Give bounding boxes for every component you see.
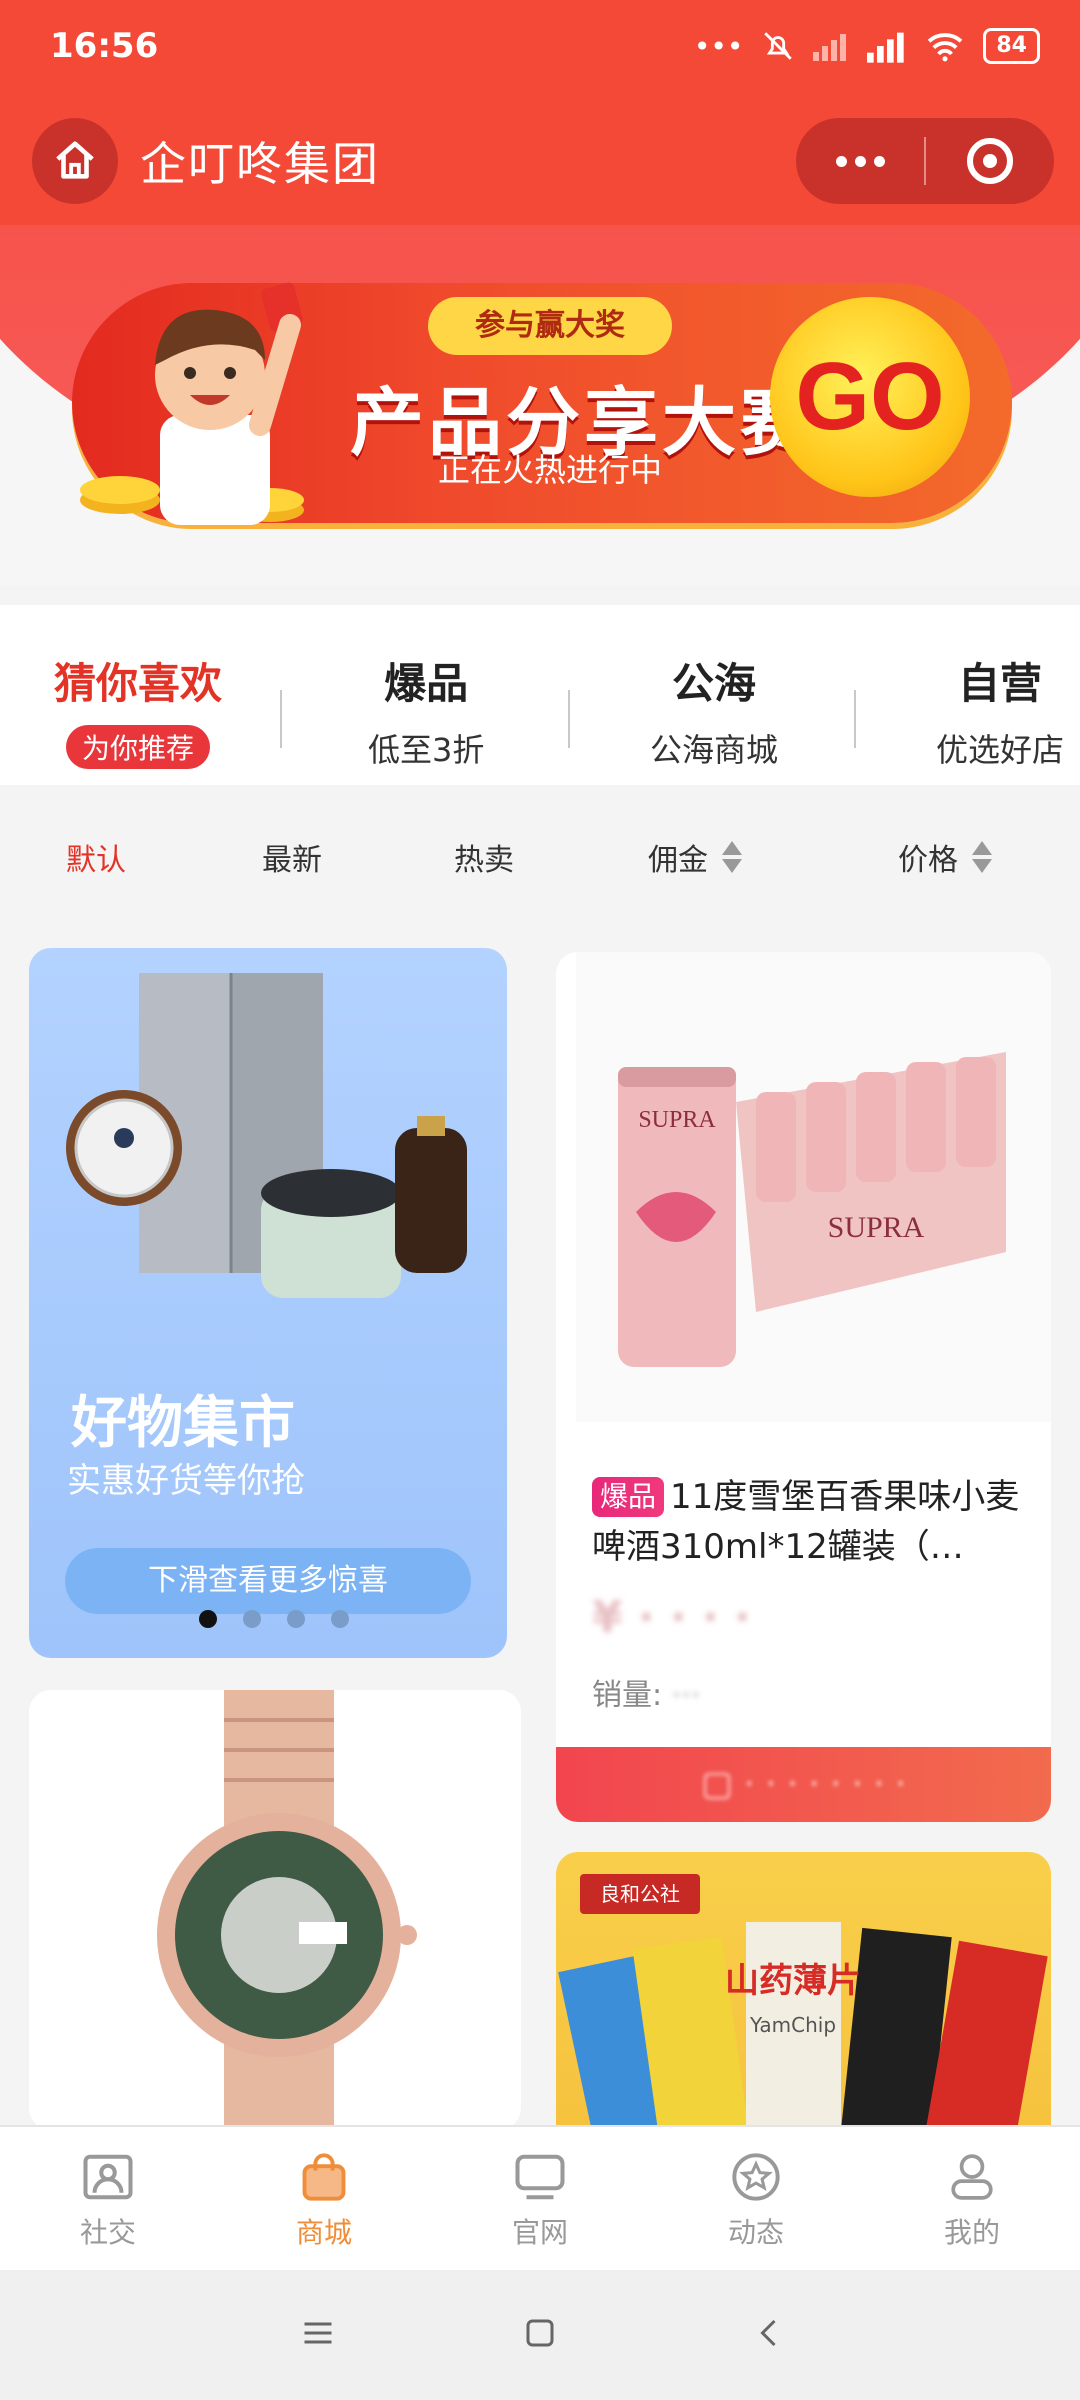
- hot-tag-badge: 爆品: [592, 1477, 665, 1517]
- category-tabs: 猜你喜欢 为你推荐 爆品 低至3折 公海 公海商城 自营 优选好店: [0, 605, 1080, 785]
- banner-subtitle: 正在火热进行中: [438, 451, 663, 489]
- watch-image: [157, 1690, 417, 2130]
- carousel-dot[interactable]: [199, 1610, 217, 1628]
- tab-label: 我的: [943, 2216, 1000, 2249]
- miniprogram-capsule: [796, 118, 1054, 204]
- banner-pill: 参与赢大奖: [428, 297, 672, 355]
- person-card-icon: [83, 2154, 133, 2200]
- tab-feed[interactable]: 动态: [686, 2149, 826, 2251]
- category-subtitle: 低至3折: [368, 731, 485, 769]
- target-icon: [967, 138, 1013, 184]
- more-dots-icon: •••: [693, 29, 744, 63]
- category-guess-you-like[interactable]: 猜你喜欢 为你推荐: [54, 650, 222, 769]
- go-button[interactable]: GO: [770, 297, 970, 497]
- home-icon: [56, 141, 94, 179]
- category-title: 自营: [958, 659, 1043, 708]
- tab-social[interactable]: 社交: [38, 2149, 178, 2251]
- product-price-blurred: ¥ · · · ·: [592, 1592, 751, 1643]
- tab-profile[interactable]: 我的: [902, 2149, 1042, 2251]
- wifi-icon: [928, 33, 963, 62]
- category-hot-items[interactable]: 爆品 低至3折: [368, 650, 484, 771]
- battery-indicator: 84: [983, 28, 1040, 64]
- user-icon: [951, 2154, 993, 2200]
- sort-bar: 默认 最新 热卖 佣金 价格: [0, 787, 1080, 925]
- sort-newest[interactable]: 最新: [262, 835, 322, 879]
- category-divider: [854, 690, 856, 748]
- appliances-illustration: [66, 973, 467, 1298]
- product-label-en: YamChip: [749, 2013, 836, 2037]
- status-icons: ••• 84: [694, 28, 1040, 64]
- product-name: 爆品 11度雪堡百香果味小麦啤酒310ml*12罐装（…: [592, 1477, 1020, 1567]
- beer-brand-label: SUPRA: [638, 1107, 716, 1133]
- product-card-yam-chips[interactable]: 良和公社 山药薄片 YamChip: [556, 1852, 1051, 2132]
- home-system-button[interactable]: [522, 2315, 558, 2355]
- status-time: 16:56: [50, 26, 159, 66]
- share-earn-button[interactable]: ▢ · · · · · · · ·: [556, 1747, 1051, 1822]
- shopping-bag-icon: [302, 2153, 346, 2201]
- sort-hot[interactable]: 热卖: [454, 835, 514, 879]
- signal-icon: [813, 34, 847, 61]
- sort-arrows-icon: [972, 841, 992, 873]
- mascot-illustration: [80, 282, 304, 525]
- tab-mall[interactable]: 商城: [254, 2149, 394, 2251]
- signal-hd-icon: [867, 32, 905, 63]
- scroll-more-button[interactable]: 下滑查看更多惊喜: [65, 1548, 471, 1614]
- tab-label: 社交: [79, 2216, 136, 2249]
- carousel-dot[interactable]: [331, 1610, 349, 1628]
- square-icon: [526, 2319, 554, 2347]
- sort-commission[interactable]: 佣金: [648, 835, 742, 879]
- recent-apps-button[interactable]: [300, 2315, 336, 2355]
- promo-banner[interactable]: 参与赢大奖 产品分享大赛 正在火热进行中 GO: [0, 225, 1080, 585]
- sort-price[interactable]: 价格: [898, 835, 992, 879]
- tab-label: 商城: [295, 2216, 352, 2249]
- product-card-watch[interactable]: [29, 1690, 521, 2130]
- category-subtitle: 公海商城: [650, 731, 779, 769]
- page-title: 企叮咚集团: [140, 137, 380, 191]
- sort-default[interactable]: 默认: [66, 835, 126, 879]
- menu-lines-icon: [304, 2322, 332, 2344]
- nav-bar: 企叮咚集团: [0, 110, 1080, 215]
- carousel-dots: [199, 1610, 349, 1628]
- promo-carousel-card[interactable]: 好物集市 实惠好货等你抢 下滑查看更多惊喜: [29, 948, 507, 1658]
- category-title: 爆品: [384, 659, 469, 708]
- promo-subtitle: 实惠好货等你抢: [67, 1461, 305, 1501]
- beer-product-image: SUPRA SUPRA: [576, 952, 1051, 1422]
- sort-arrows-icon: [722, 841, 742, 873]
- category-divider: [280, 690, 282, 748]
- category-public-sea[interactable]: 公海 公海商城: [650, 650, 778, 771]
- category-title: 公海: [672, 659, 757, 708]
- bottom-tab-bar: 社交 商城 官网 动态 我的: [0, 2125, 1080, 2270]
- status-bar: 16:56 ••• 84: [0, 0, 1080, 95]
- tab-official-site[interactable]: 官网: [470, 2149, 610, 2251]
- star-circle-icon: [732, 2153, 780, 2201]
- chevron-left-icon: [760, 2319, 776, 2347]
- monitor-icon: [515, 2154, 565, 2200]
- carousel-dot[interactable]: [287, 1610, 305, 1628]
- back-button[interactable]: [752, 2315, 788, 2355]
- carousel-dot[interactable]: [243, 1610, 261, 1628]
- tab-label: 动态: [727, 2216, 784, 2249]
- more-menu-button[interactable]: [796, 155, 924, 167]
- home-button[interactable]: [32, 118, 118, 204]
- category-title: 猜你喜欢: [54, 659, 223, 708]
- product-label-text: 山药薄片: [725, 1961, 861, 2001]
- category-subtitle: 优选好店: [936, 731, 1065, 769]
- close-miniprogram-button[interactable]: [926, 138, 1054, 184]
- tab-label: 官网: [511, 2216, 568, 2249]
- category-self-operated[interactable]: 自营 优选好店: [936, 650, 1064, 771]
- beer-box-brand-label: SUPRA: [828, 1211, 925, 1244]
- promo-title: 好物集市: [71, 1391, 295, 1456]
- product-card-beer[interactable]: SUPRA SUPRA 爆品 11度雪堡百香果味小麦啤酒310ml*12罐装（… …: [556, 952, 1051, 1822]
- product-sales: 销量: ···: [592, 1678, 701, 1713]
- app-header: 16:56 ••• 84 企叮咚集团: [0, 0, 1080, 225]
- system-nav-bar: [0, 2270, 1080, 2400]
- category-subtitle: 为你推荐: [66, 725, 211, 769]
- yam-chips-image: 山药薄片 YamChip: [558, 1922, 1048, 2132]
- mute-bell-icon: [764, 32, 793, 60]
- category-divider: [568, 690, 570, 748]
